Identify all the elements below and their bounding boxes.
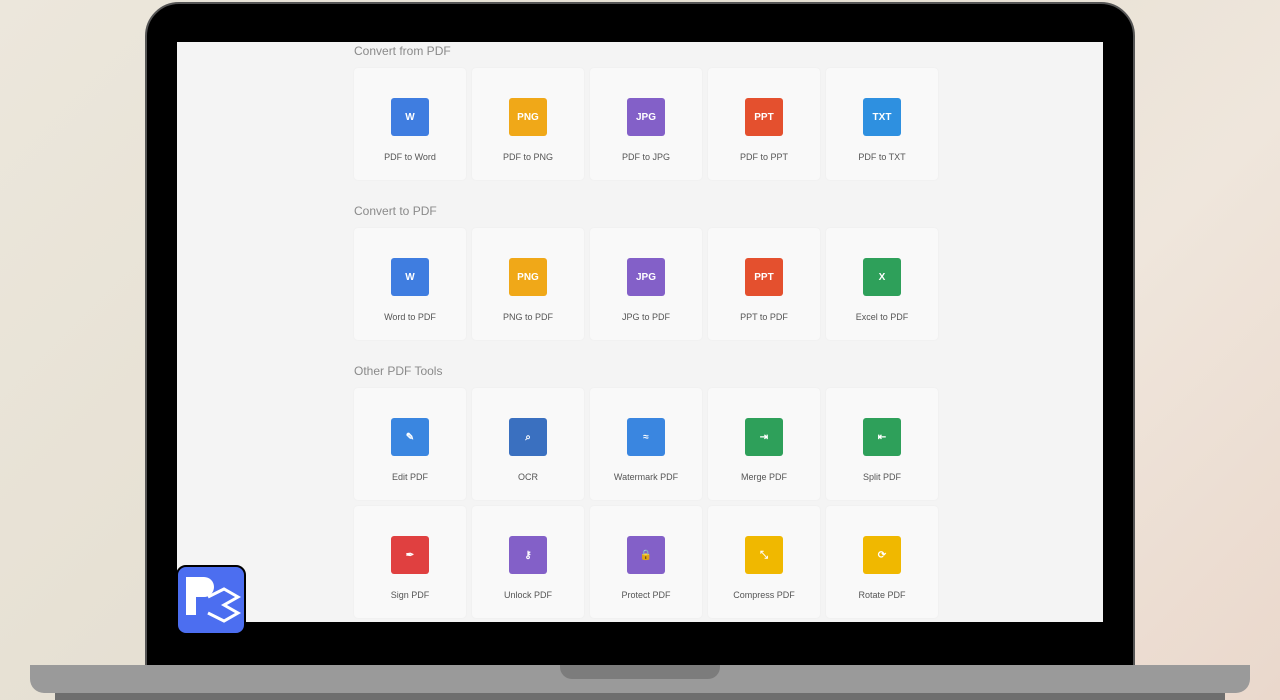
- ppt-icon: PPT: [745, 258, 783, 296]
- tool-label: Compress PDF: [733, 590, 795, 600]
- tool-label: OCR: [518, 472, 538, 482]
- ocr-icon: ⌕: [509, 418, 547, 456]
- word-icon: W: [391, 98, 429, 136]
- excel-icon: X: [863, 258, 901, 296]
- laptop-screen: Convert from PDF W PDF to Word PNG PDF to PN…: [177, 42, 1103, 622]
- tool-label: PDF to TXT: [858, 152, 906, 162]
- tool-tile-pdf-to-txt[interactable]: TXT PDF to TXT: [826, 68, 938, 180]
- watermark-icon: ≈: [627, 418, 665, 456]
- txt-icon: TXT: [863, 98, 901, 136]
- tool-tile-jpg-to-pdf[interactable]: JPG JPG to PDF: [590, 228, 702, 340]
- ppt-icon: PPT: [745, 98, 783, 136]
- compress-icon: ⤡: [745, 536, 783, 574]
- merge-icon: ⇥: [745, 418, 783, 456]
- tool-label: PDF to PPT: [739, 152, 788, 162]
- tool-label: Split PDF: [862, 472, 901, 482]
- jpg-icon: JPG: [627, 258, 665, 296]
- tool-tile-pdf-to-png[interactable]: PNG PDF to PNG: [472, 68, 584, 180]
- tool-label: JPG to PDF: [621, 312, 670, 322]
- section-title: Other PDF Tools: [354, 364, 443, 378]
- section-title: Convert from PDF: [354, 44, 451, 58]
- tool-label: Word to PDF: [384, 312, 436, 322]
- tool-label: Merge PDF: [740, 472, 787, 482]
- laptop-base-shadow: [55, 693, 1225, 700]
- tool-tile-rotate-pdf[interactable]: ⟳ Rotate PDF: [826, 506, 938, 618]
- word-icon: W: [391, 258, 429, 296]
- tool-tile-ppt-to-pdf[interactable]: PPT PPT to PDF: [708, 228, 820, 340]
- tool-label: PPT to PDF: [740, 312, 788, 322]
- tool-tile-excel-to-pdf[interactable]: X Excel to PDF: [826, 228, 938, 340]
- tool-label: Unlock PDF: [503, 590, 552, 600]
- tool-tile-edit-pdf[interactable]: ✎ Edit PDF: [354, 388, 466, 500]
- png-icon: PNG: [509, 98, 547, 136]
- split-icon: ⇤: [863, 418, 901, 456]
- tool-tile-split-pdf[interactable]: ⇤ Split PDF: [826, 388, 938, 500]
- tool-label: Excel to PDF: [855, 312, 909, 322]
- tool-tile-merge-pdf[interactable]: ⇥ Merge PDF: [708, 388, 820, 500]
- tool-tile-watermark-pdf[interactable]: ≈ Watermark PDF: [590, 388, 702, 500]
- section-title: Convert to PDF: [354, 204, 437, 218]
- tool-tile-protect-pdf[interactable]: 🔒 Protect PDF: [590, 506, 702, 618]
- tool-label: PDF to Word: [384, 152, 436, 162]
- brand-logo: [176, 565, 246, 635]
- tool-label: Protect PDF: [621, 590, 671, 600]
- tool-tile-ocr[interactable]: ⌕ OCR: [472, 388, 584, 500]
- key-icon: ⚷: [509, 536, 547, 574]
- tool-label: Edit PDF: [391, 472, 428, 482]
- feather-icon: ✒: [391, 536, 429, 574]
- tool-tile-unlock-pdf[interactable]: ⚷ Unlock PDF: [472, 506, 584, 618]
- jpg-icon: JPG: [627, 98, 665, 136]
- rotate-icon: ⟳: [863, 536, 901, 574]
- tool-label: PDF to JPG: [621, 152, 670, 162]
- tool-label: Rotate PDF: [858, 590, 906, 600]
- tool-tile-pdf-to-jpg[interactable]: JPG PDF to JPG: [590, 68, 702, 180]
- tool-label: Watermark PDF: [613, 472, 679, 482]
- tool-tile-png-to-pdf[interactable]: PNG PNG to PDF: [472, 228, 584, 340]
- lock-icon: 🔒: [627, 536, 665, 574]
- tool-tile-pdf-to-ppt[interactable]: PPT PDF to PPT: [708, 68, 820, 180]
- tool-tile-sign-pdf[interactable]: ✒ Sign PDF: [354, 506, 466, 618]
- tool-tile-word-to-pdf[interactable]: W Word to PDF: [354, 228, 466, 340]
- tool-tile-pdf-to-word[interactable]: W PDF to Word: [354, 68, 466, 180]
- tool-tile-compress-pdf[interactable]: ⤡ Compress PDF: [708, 506, 820, 618]
- pencil-icon: ✎: [391, 418, 429, 456]
- png-icon: PNG: [509, 258, 547, 296]
- tool-label: PNG to PDF: [502, 312, 553, 322]
- laptop-notch: [560, 665, 720, 679]
- tool-label: Sign PDF: [390, 590, 430, 600]
- tool-label: PDF to PNG: [502, 152, 553, 162]
